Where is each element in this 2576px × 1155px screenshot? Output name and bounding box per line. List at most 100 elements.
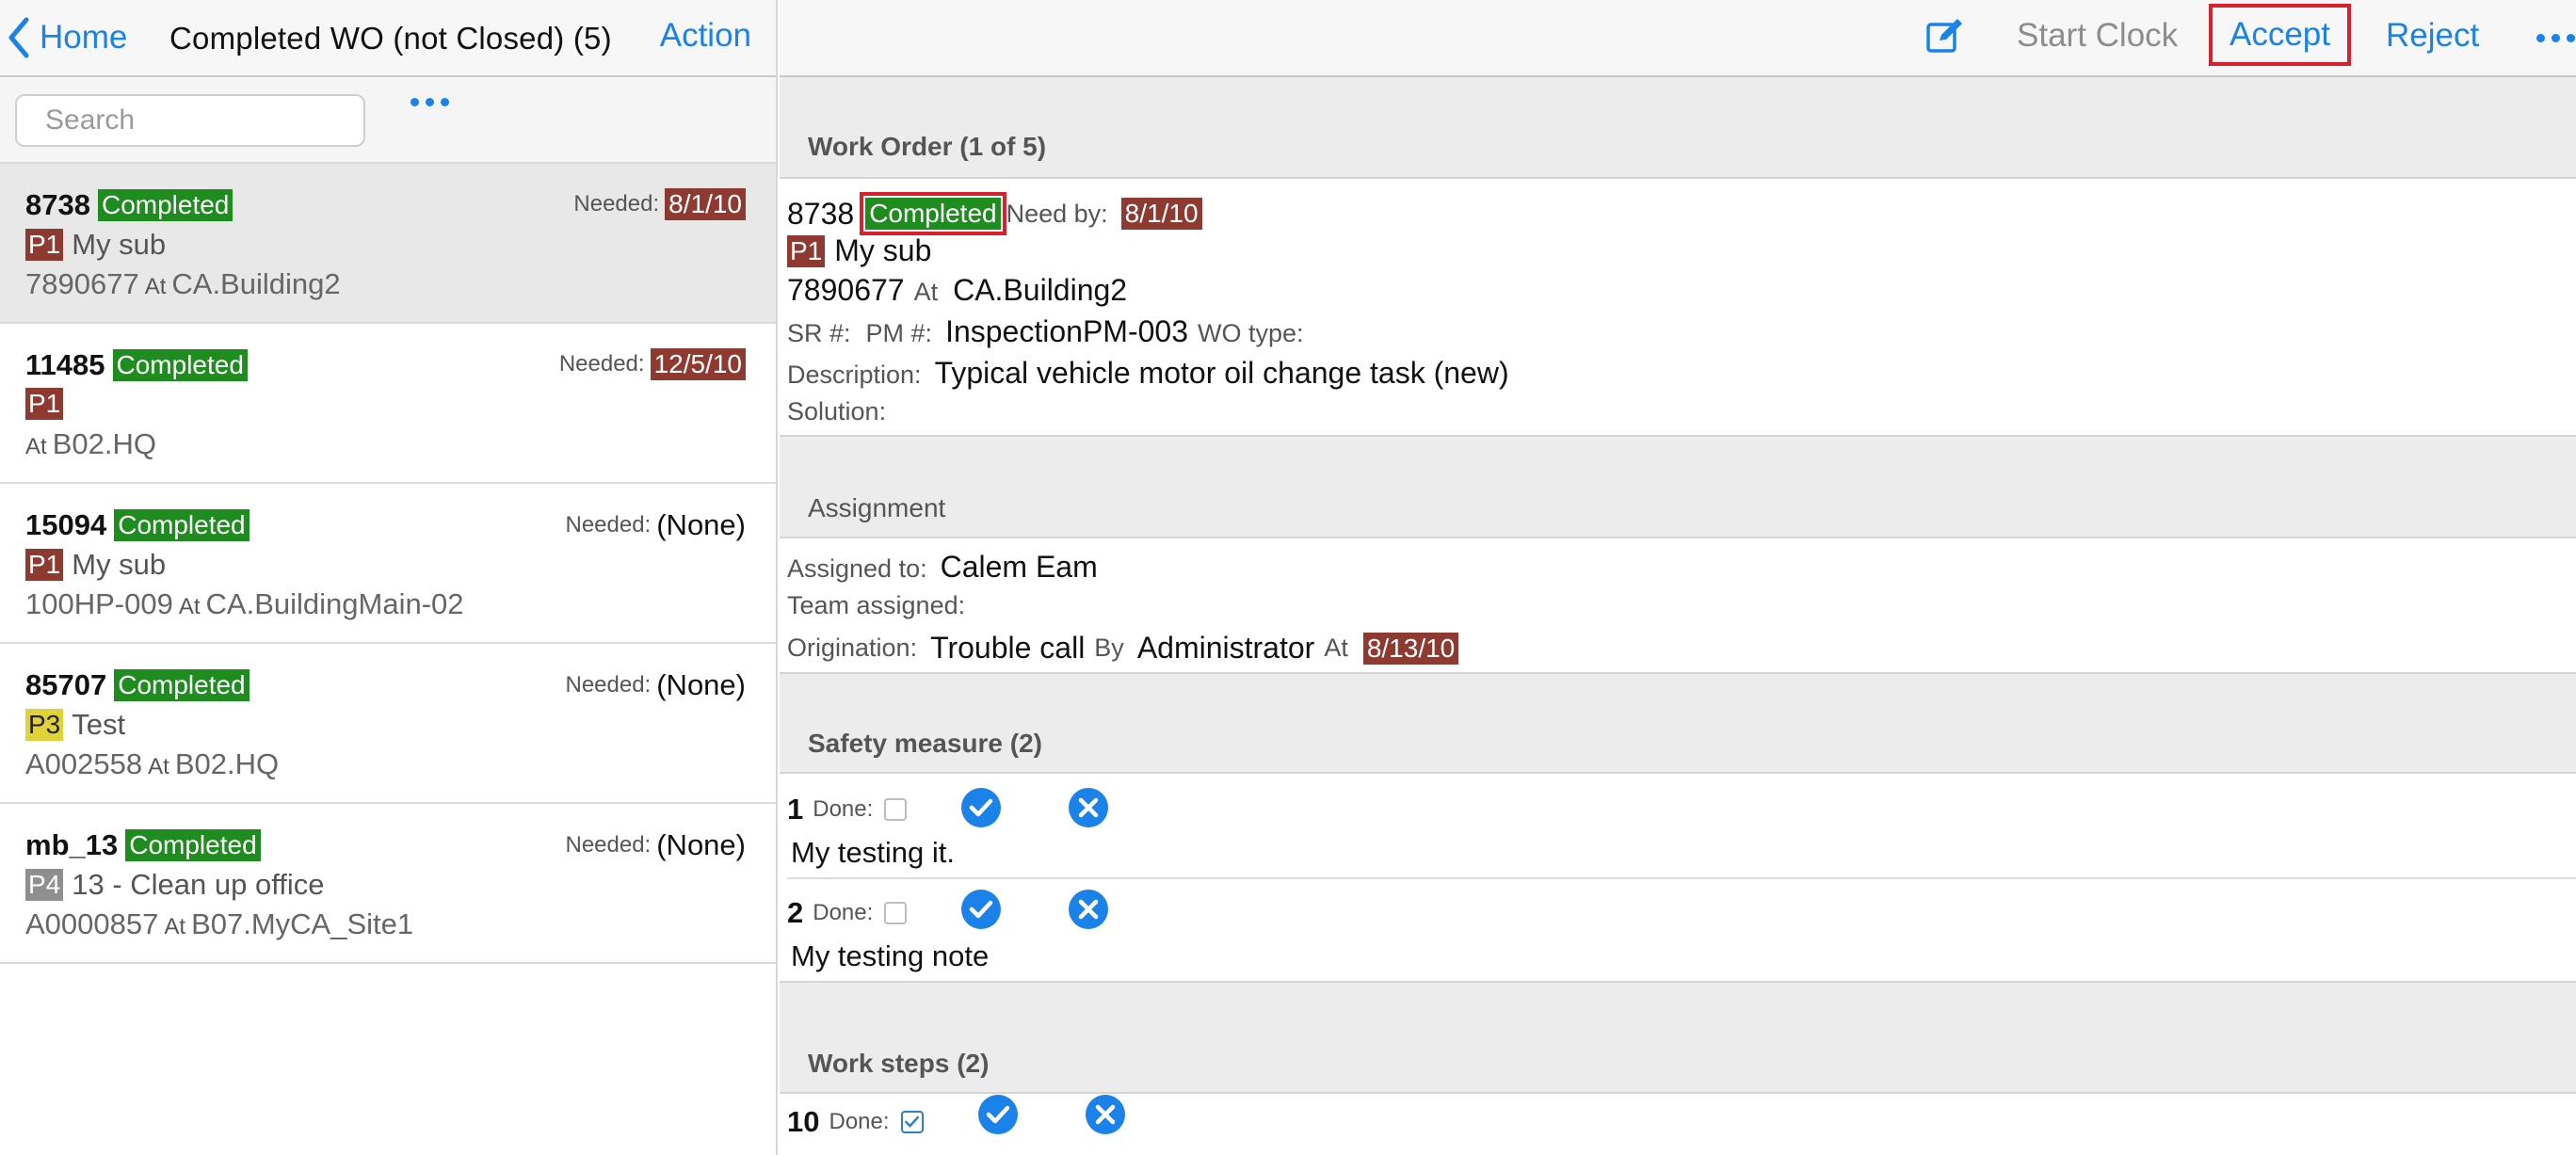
needed-label: Needed: <box>573 191 660 217</box>
location: CA.BuildingMain-02 <box>205 587 464 620</box>
by-value: Administrator <box>1136 631 1315 665</box>
detail-toolbar: Start Clock Accept Reject <box>780 0 2576 77</box>
step-number: 10 <box>787 1105 820 1138</box>
check-circle-icon[interactable] <box>977 1094 1019 1135</box>
needed-label: Needed: <box>558 351 645 377</box>
wo-number: 15094 <box>25 508 107 541</box>
done-checkbox[interactable] <box>884 798 908 821</box>
more-options-icon[interactable] <box>411 98 449 106</box>
status-badge: Completed <box>114 669 250 701</box>
safety-item: 2 Done: My testing note <box>787 879 2576 981</box>
wo-description: 13 - Clean up office <box>72 868 325 901</box>
asset-code: A0000857 <box>25 907 159 940</box>
status-badge: Completed <box>97 189 233 221</box>
priority-badge: P1 <box>25 229 64 261</box>
wo-description: Test <box>72 708 126 741</box>
status-highlight-box: Completed <box>860 192 1006 235</box>
wo-number: mb_13 <box>25 828 119 861</box>
list-title: Completed WO (not Closed) (5) <box>169 21 612 56</box>
wo-number: 8738 <box>787 196 855 231</box>
work-steps-section-header: Work steps (2) <box>780 981 2576 1094</box>
description-label: Description: <box>787 361 922 389</box>
safety-section-header: Safety measure (2) <box>780 672 2576 774</box>
safety-note: My testing note <box>791 939 990 972</box>
at-label: At <box>148 754 169 779</box>
status-badge: Completed <box>114 509 250 541</box>
location: CA.Building2 <box>953 273 1128 307</box>
status-badge: Completed <box>125 829 261 861</box>
wo-description: My sub <box>72 228 167 261</box>
safety-item: 1 Done: My testing it. <box>787 774 2576 877</box>
section-title: Assignment <box>808 493 946 522</box>
list-item[interactable]: mb_13 Completed Needed: (None) P4 13 - Clea… <box>0 804 776 964</box>
work-order-section-header: Work Order (1 of 5) <box>780 77 2576 179</box>
asset-code: 7890677 <box>787 273 905 307</box>
safety-item-number: 1 <box>787 793 804 826</box>
action-button[interactable]: Action <box>660 17 751 55</box>
clear-circle-icon[interactable] <box>1068 787 1109 828</box>
assignment-panel: Assigned to: Calem Eam Team assigned: Or… <box>787 538 2576 672</box>
location: B02.HQ <box>52 427 156 460</box>
list-item[interactable]: 15094 Completed Needed: (None) P1 My sub 10… <box>0 484 776 644</box>
list-item[interactable]: 8738 Completed Needed: 8/1/10 P1 My sub 789… <box>0 164 776 324</box>
pm-label: PM #: <box>865 319 933 347</box>
search-bar <box>0 77 776 164</box>
status-badge: Completed <box>112 349 248 381</box>
home-back-button[interactable]: Home <box>6 13 127 62</box>
start-clock-button[interactable]: Start Clock <box>2017 17 2178 55</box>
at-label: At <box>1324 634 1348 662</box>
done-label: Done: <box>813 796 874 822</box>
needed-label: Needed: <box>565 512 652 537</box>
asset-code: A002558 <box>25 747 143 780</box>
edit-icon[interactable] <box>1924 15 1966 56</box>
work-order-panel: 8738 Completed Need by: 8/1/10 P1 My sub… <box>787 179 2576 435</box>
need-by-label: Need by: <box>1006 199 1108 228</box>
asset-code: 7890677 <box>25 267 139 300</box>
more-options-icon[interactable] <box>2536 34 2575 42</box>
status-badge: Completed <box>865 198 1001 230</box>
description-value: Typical vehicle motor oil change task (n… <box>934 356 1509 390</box>
search-input[interactable] <box>15 94 365 147</box>
assigned-to-value: Calem Eam <box>940 550 1098 584</box>
accept-button[interactable]: Accept <box>2209 4 2351 66</box>
section-title: Safety measure (2) <box>808 729 1043 758</box>
needed-date: 12/5/10 <box>650 348 746 380</box>
reject-button[interactable]: Reject <box>2386 17 2479 55</box>
check-circle-icon[interactable] <box>960 787 1002 828</box>
needed-label: Needed: <box>565 832 652 858</box>
wo-number: 11485 <box>25 348 105 381</box>
at-label: At <box>144 274 167 299</box>
section-title: Work Order (1 of 5) <box>808 132 1047 161</box>
origination-date: 8/13/10 <box>1362 632 1459 665</box>
done-label: Done: <box>829 1109 890 1134</box>
list-item[interactable]: 85707 Completed Needed: (None) P3 Test A002… <box>0 644 776 804</box>
home-label: Home <box>40 19 128 56</box>
at-label: At <box>913 278 939 306</box>
list-item[interactable]: 11485 Completed Needed: 12/5/10 P1 At B02.H… <box>0 324 776 484</box>
assignment-section-header: Assignment <box>780 435 2576 538</box>
section-title: Work steps (2) <box>808 1049 990 1078</box>
needed-date: (None) <box>656 508 746 541</box>
need-by-date: 8/1/10 <box>1120 198 1202 230</box>
list-header: Home Completed WO (not Closed) (5) Actio… <box>0 0 776 77</box>
needed-label: Needed: <box>565 672 652 698</box>
origination-value: Trouble call <box>930 631 1086 665</box>
assigned-to-label: Assigned to: <box>787 554 927 583</box>
safety-item-number: 2 <box>787 896 804 929</box>
asset-code: 100HP-009 <box>25 587 173 620</box>
clear-circle-icon[interactable] <box>1085 1094 1126 1135</box>
priority-badge: P1 <box>787 234 826 267</box>
clear-circle-icon[interactable] <box>1068 889 1109 930</box>
priority-badge: P4 <box>25 869 64 901</box>
work-order-detail-pane: Start Clock Accept Reject Work Order (1 … <box>780 0 2576 1155</box>
wo-number: 8738 <box>25 188 90 221</box>
check-circle-icon[interactable] <box>960 889 1002 930</box>
done-checkbox[interactable] <box>884 902 908 924</box>
location: B07.MyCA_Site1 <box>191 907 414 940</box>
done-label: Done: <box>813 900 874 925</box>
solution-label: Solution: <box>787 397 887 425</box>
pm-value: InspectionPM-003 <box>945 314 1188 348</box>
checkmark-icon <box>904 1115 919 1128</box>
done-checkbox[interactable] <box>900 1111 924 1133</box>
sr-label: SR #: <box>787 319 851 347</box>
